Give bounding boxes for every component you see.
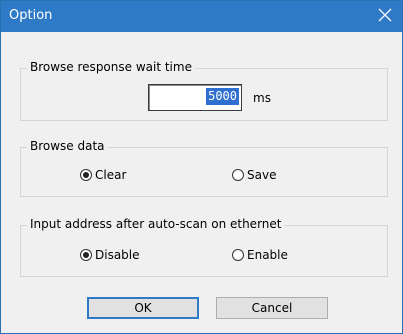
option-dialog: Option Browse response wait time 5000 ms… (0, 0, 403, 334)
close-icon[interactable] (376, 6, 394, 24)
radio-disable-label: Disable (95, 248, 140, 262)
wait-time-input[interactable]: 5000 (148, 84, 242, 111)
radio-save[interactable]: Save (232, 168, 276, 182)
radio-circle (232, 249, 244, 261)
radio-save-label: Save (247, 168, 277, 182)
radio-circle-checked (80, 249, 92, 261)
title-bar[interactable]: Option (1, 1, 402, 32)
radio-circle-checked (80, 169, 92, 181)
radio-clear-label: Clear (95, 168, 127, 182)
input-address-group: Input address after auto-scan on etherne… (20, 217, 388, 277)
browse-data-legend: Browse data (27, 139, 108, 153)
wait-time-value: 5000 (206, 88, 239, 105)
wait-time-group: Browse response wait time 5000 ms (20, 60, 388, 121)
input-address-legend: Input address after auto-scan on etherne… (27, 217, 285, 231)
cancel-button[interactable]: Cancel (216, 297, 328, 319)
radio-disable[interactable]: Disable (80, 248, 140, 262)
wait-time-unit: ms (253, 91, 271, 105)
ok-button[interactable]: OK (87, 297, 199, 319)
radio-circle (232, 169, 244, 181)
radio-enable[interactable]: Enable (232, 248, 288, 262)
radio-enable-label: Enable (247, 248, 288, 262)
radio-clear[interactable]: Clear (80, 168, 126, 182)
wait-time-legend: Browse response wait time (27, 60, 195, 74)
window-title: Option (9, 8, 53, 23)
browse-data-group: Browse data Clear Save (20, 139, 388, 197)
